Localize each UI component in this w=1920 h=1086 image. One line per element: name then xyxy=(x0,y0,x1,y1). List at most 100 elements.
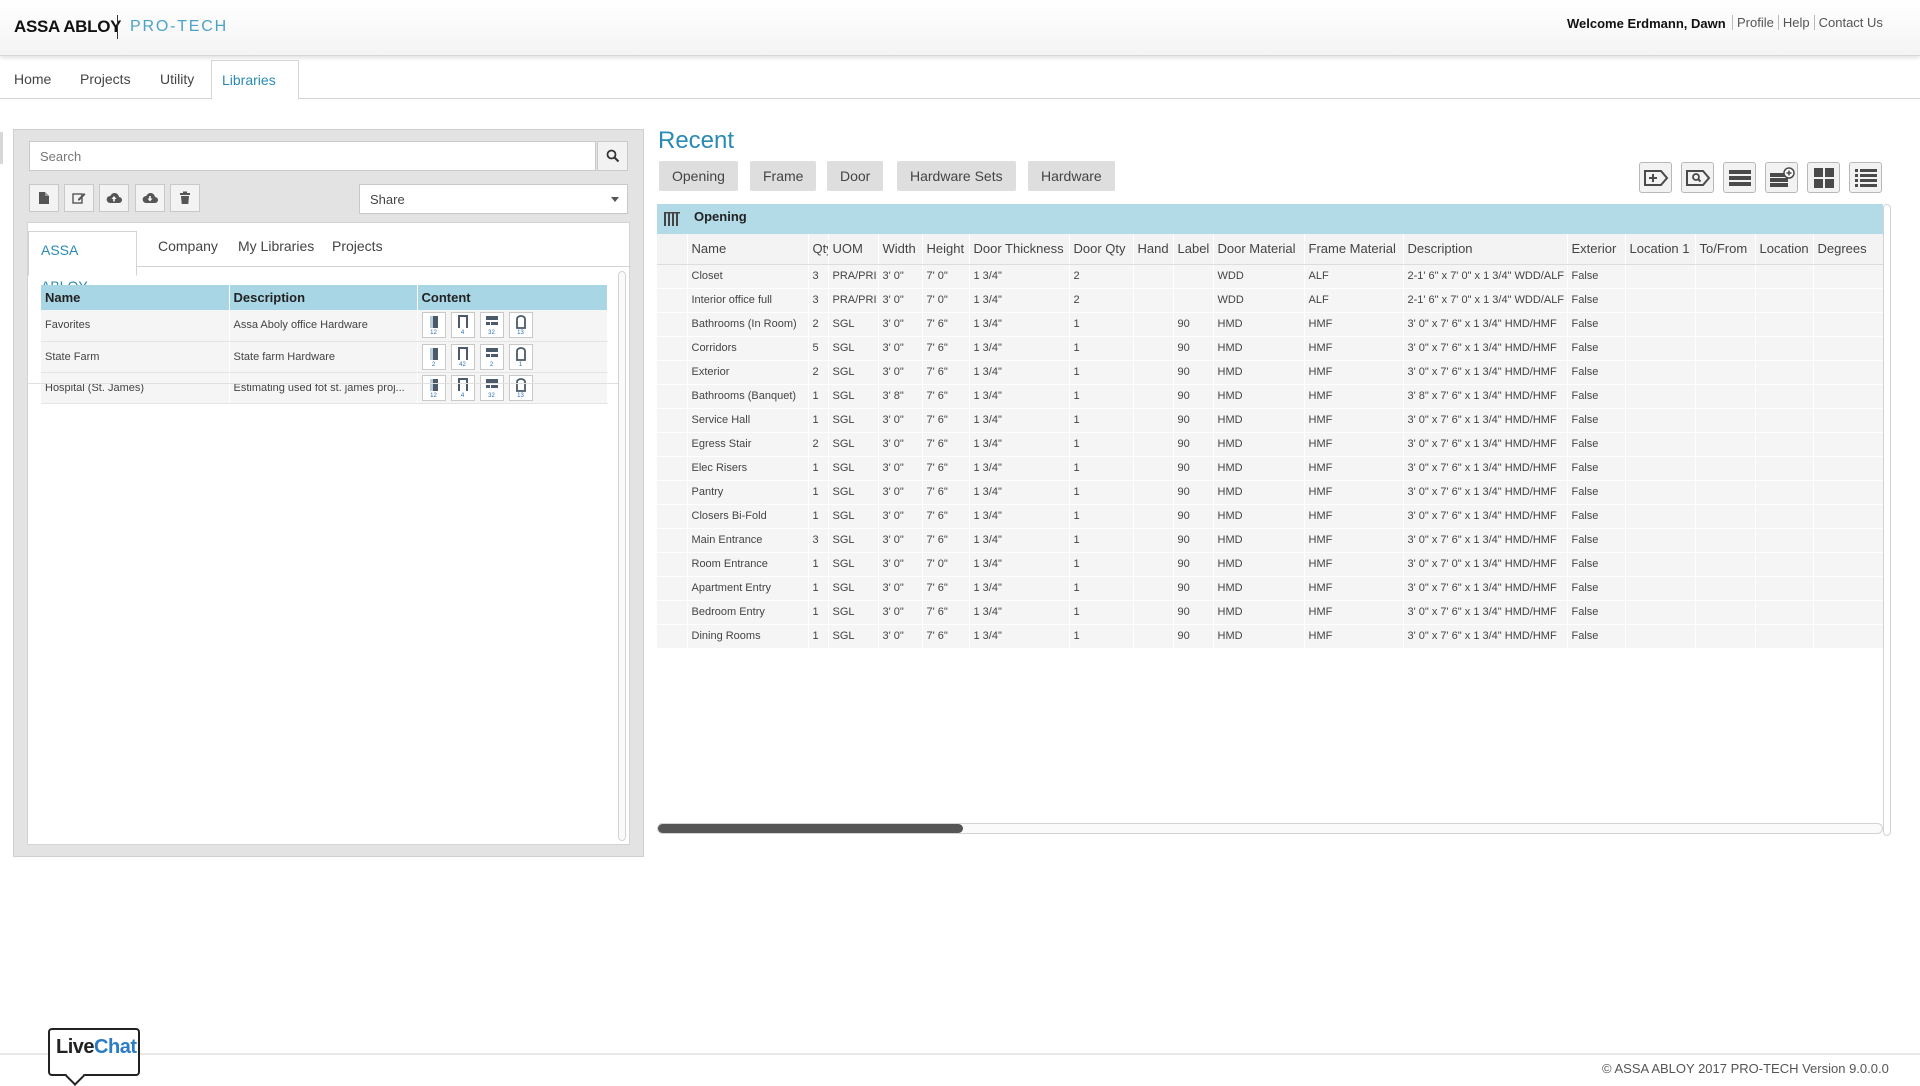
column-header-description[interactable]: Description xyxy=(1403,234,1568,265)
profile-link[interactable]: Profile xyxy=(1732,15,1778,30)
filter-tab-door[interactable]: Door xyxy=(827,161,884,191)
column-header-uom[interactable]: UOM xyxy=(828,234,879,265)
column-header-frame-material[interactable]: Frame Material xyxy=(1304,234,1404,265)
content-hardware-icon[interactable]: 13 xyxy=(508,374,533,401)
add-row-view-button[interactable] xyxy=(1765,162,1798,193)
column-header-door-material[interactable]: Door Material xyxy=(1213,234,1305,265)
filter-tab-opening[interactable]: Opening xyxy=(659,161,738,191)
row-selector[interactable] xyxy=(657,456,688,481)
table-row[interactable]: Bedroom Entry 1 SGL 3' 0" 7' 6" 1 3/4" 1 90 HMD H… xyxy=(657,600,1884,625)
table-row[interactable]: Closers Bi-Fold 1 SGL 3' 0" 7' 6" 1 3/4" 1 90 HM… xyxy=(657,504,1884,529)
tab-projects-library[interactable]: Projects xyxy=(320,223,395,267)
row-selector[interactable] xyxy=(657,528,688,553)
column-header-qty[interactable]: Qty xyxy=(808,234,829,265)
content-frame-icon[interactable]: 4 xyxy=(450,374,475,401)
upload-button[interactable] xyxy=(99,184,129,212)
column-header-door-qty[interactable]: Door Qty xyxy=(1069,234,1134,265)
library-scrollbar[interactable] xyxy=(618,271,626,841)
column-header-description[interactable]: Description xyxy=(229,285,418,310)
library-row[interactable]: Favorites Assa Aboly office Hardware 12 4 32… xyxy=(41,310,608,342)
row-selector[interactable] xyxy=(657,552,688,577)
table-row[interactable]: Room Entrance 1 SGL 3' 0" 7' 0" 1 3/4" 1 90 HMD H… xyxy=(657,552,1884,577)
library-row[interactable]: State Farm State farm Hardware 2 42 2 1 xyxy=(41,341,608,373)
column-header-name[interactable]: Name xyxy=(41,285,230,310)
column-header-label[interactable]: Label xyxy=(1173,234,1214,265)
table-row[interactable]: Corridors 5 SGL 3' 0" 7' 6" 1 3/4" 1 90 HMD HMF 3'… xyxy=(657,336,1884,361)
contact-us-link[interactable]: Contact Us xyxy=(1813,15,1887,30)
row-selector[interactable] xyxy=(657,576,688,601)
tab-home[interactable]: Home xyxy=(4,60,61,99)
row-selector[interactable] xyxy=(657,408,688,433)
row-selector[interactable] xyxy=(657,432,688,457)
search-input[interactable]: Search xyxy=(29,141,596,171)
column-header-content[interactable]: Content xyxy=(417,285,608,310)
column-chooser-button[interactable] xyxy=(663,211,681,232)
add-opening-button[interactable] xyxy=(1639,162,1672,193)
table-row[interactable]: Service Hall 1 SGL 3' 0" 7' 6" 1 3/4" 1 90 HMD HM… xyxy=(657,408,1884,433)
table-row[interactable]: Main Entrance 3 SGL 3' 0" 7' 6" 1 3/4" 1 90 HMD H… xyxy=(657,528,1884,553)
column-header-height[interactable]: Height xyxy=(922,234,970,265)
row-selector[interactable] xyxy=(657,312,688,337)
table-row[interactable]: Pantry 1 SGL 3' 0" 7' 6" 1 3/4" 1 90 HMD HMF 3' 0"… xyxy=(657,480,1884,505)
row-selector[interactable] xyxy=(657,384,688,409)
column-header-to-from[interactable]: To/From xyxy=(1695,234,1756,265)
tab-company[interactable]: Company xyxy=(146,223,230,267)
row-selector[interactable] xyxy=(657,264,688,289)
filter-tab-hardware[interactable]: Hardware xyxy=(1028,161,1115,191)
library-row[interactable]: Hospital (St. James) Estimating used fot … xyxy=(41,372,608,404)
row-selector[interactable] xyxy=(657,504,688,529)
grid-view-button[interactable] xyxy=(1807,162,1840,193)
row-selector[interactable] xyxy=(657,360,688,385)
scrollbar-thumb[interactable] xyxy=(658,824,963,833)
column-header-hand[interactable]: Hand xyxy=(1133,234,1174,265)
help-link[interactable]: Help xyxy=(1777,15,1814,30)
column-header-door-thickness[interactable]: Door Thickness xyxy=(969,234,1070,265)
tab-my-libraries[interactable]: My Libraries xyxy=(226,223,326,267)
filter-tab-frame[interactable]: Frame xyxy=(750,161,817,191)
table-row[interactable]: Bathrooms (Banquet) 1 SGL 3' 8" 7' 6" 1 3/4" 1… xyxy=(657,384,1884,409)
edit-library-button[interactable] xyxy=(64,184,94,212)
row-selector[interactable] xyxy=(657,624,688,649)
table-row[interactable]: Dining Rooms 1 SGL 3' 0" 7' 6" 1 3/4" 1 90 HMD HM… xyxy=(657,624,1884,649)
column-header-degrees[interactable]: Degrees xyxy=(1813,234,1884,265)
filter-tab-hardware-sets[interactable]: Hardware Sets xyxy=(897,161,1016,191)
tab-libraries[interactable]: Libraries xyxy=(211,60,299,100)
column-header-location-2[interactable]: Location 2 xyxy=(1755,234,1814,265)
content-door-icon[interactable]: 12 xyxy=(421,312,446,339)
content-hardware-set-icon[interactable]: 32 xyxy=(479,374,504,401)
content-door-icon[interactable]: 2 xyxy=(421,343,446,370)
table-row[interactable]: Closet 3 PRA/PRI 3' 0" 7' 0" 1 3/4" 2 WDD ALF 2-1… xyxy=(657,264,1884,289)
column-header-name[interactable]: Name xyxy=(687,234,809,265)
livechat-button[interactable]: LiveChat xyxy=(48,1028,140,1086)
content-hardware-set-icon[interactable]: 32 xyxy=(479,312,504,339)
content-door-icon[interactable]: 12 xyxy=(421,374,446,401)
grid-vertical-scrollbar[interactable] xyxy=(1883,204,1891,836)
table-row[interactable]: Exterior 2 SGL 3' 0" 7' 6" 1 3/4" 1 90 HMD HMF 3' … xyxy=(657,360,1884,385)
row-selector[interactable] xyxy=(657,480,688,505)
search-view-button[interactable] xyxy=(1681,162,1714,193)
list-view-button[interactable] xyxy=(1723,162,1756,193)
table-row[interactable]: Elec Risers 1 SGL 3' 0" 7' 6" 1 3/4" 1 90 HMD HMF… xyxy=(657,456,1884,481)
column-header-width[interactable]: Width xyxy=(878,234,923,265)
share-dropdown[interactable]: Share xyxy=(359,184,628,214)
row-selector[interactable] xyxy=(657,288,688,313)
tab-projects[interactable]: Projects xyxy=(70,60,141,99)
column-header-location-1[interactable]: Location 1 xyxy=(1625,234,1696,265)
collapse-handle[interactable] xyxy=(0,132,3,164)
table-row[interactable]: Apartment Entry 1 SGL 3' 0" 7' 6" 1 3/4" 1 90 HM… xyxy=(657,576,1884,601)
content-frame-icon[interactable]: 42 xyxy=(450,343,475,370)
search-button[interactable] xyxy=(597,141,628,171)
download-button[interactable] xyxy=(135,184,165,212)
table-row[interactable]: Interior office full 3 PRA/PRI 3' 0" 7' 0" 1 … xyxy=(657,288,1884,313)
column-header-exterior[interactable]: Exterior xyxy=(1567,234,1626,265)
table-row[interactable]: Egress Stair 2 SGL 3' 0" 7' 6" 1 3/4" 1 90 HMD HM… xyxy=(657,432,1884,457)
tab-assa-abloy[interactable]: ASSA ABLOY xyxy=(28,231,137,294)
table-row[interactable]: Bathrooms (In Room) 2 SGL 3' 0" 7' 6" 1 3/4" 1… xyxy=(657,312,1884,337)
detail-list-button[interactable] xyxy=(1849,162,1882,193)
grid-horizontal-scrollbar[interactable] xyxy=(657,823,1883,834)
tab-utility[interactable]: Utility xyxy=(150,60,204,99)
content-hardware-icon[interactable]: 13 xyxy=(508,312,533,339)
delete-button[interactable] xyxy=(170,184,200,212)
content-hardware-icon[interactable]: 1 xyxy=(508,343,533,370)
row-selector[interactable] xyxy=(657,336,688,361)
